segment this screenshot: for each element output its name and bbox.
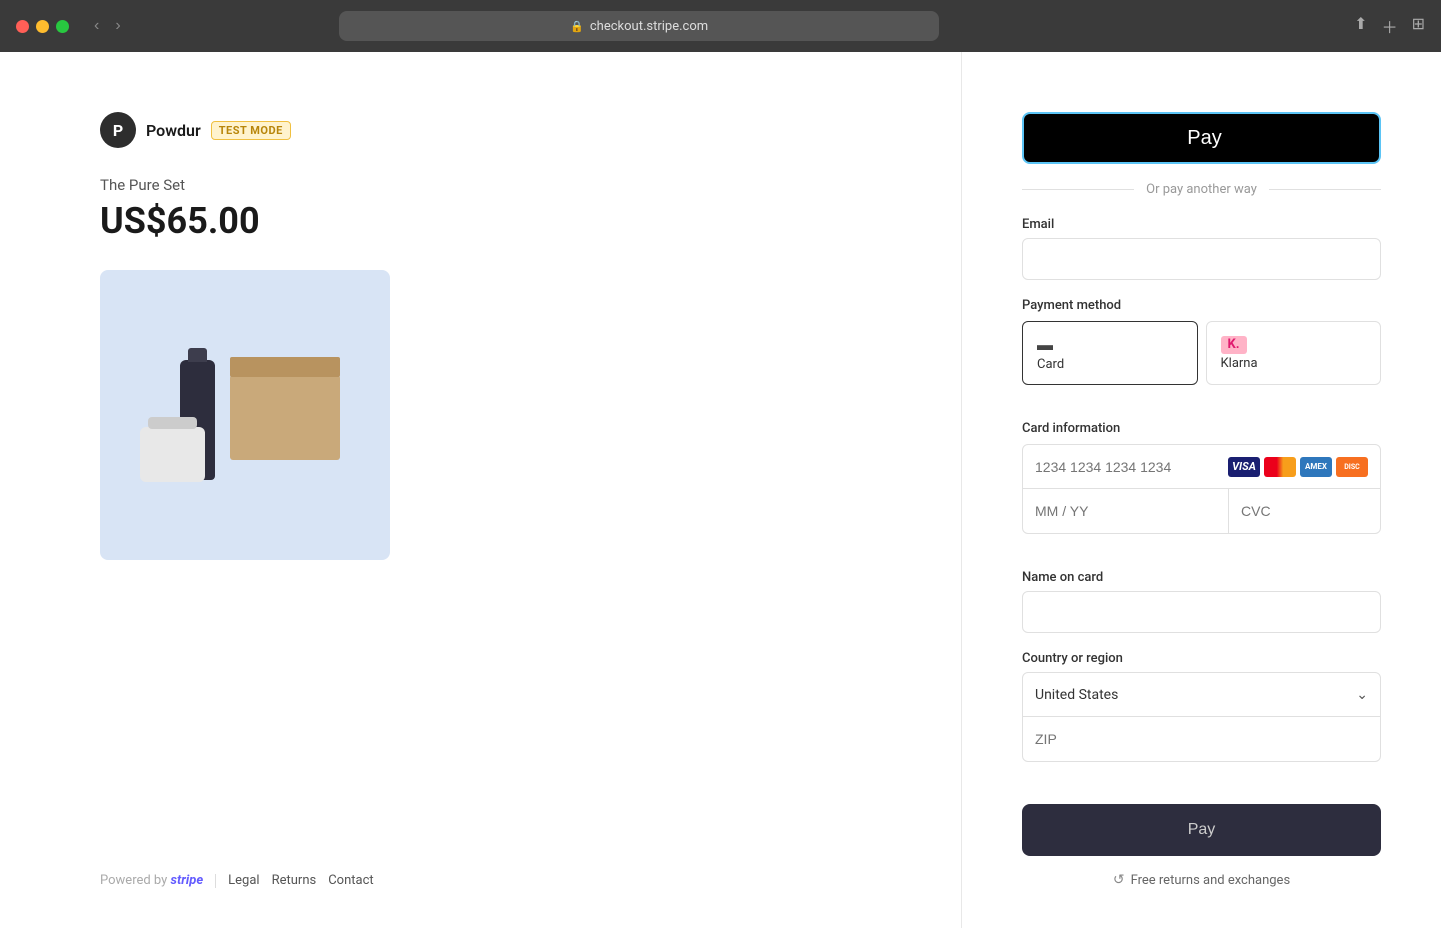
email-section: Email bbox=[1022, 217, 1381, 280]
card-label: Card bbox=[1037, 357, 1064, 372]
right-panel: Pay Or pay another way Email Payment met… bbox=[961, 52, 1441, 928]
zip-input[interactable] bbox=[1023, 717, 1380, 761]
payment-methods-group: ▬ Card K. Klarna bbox=[1022, 321, 1381, 385]
brand-name: Powdur bbox=[146, 121, 201, 140]
payment-method-label: Payment method bbox=[1022, 298, 1381, 313]
discover-icon: DISC bbox=[1336, 457, 1368, 477]
card-icon: ▬ bbox=[1037, 335, 1053, 355]
country-label: Country or region bbox=[1022, 651, 1381, 666]
minimize-button-traffic[interactable] bbox=[36, 20, 49, 33]
chevron-down-icon: ⌄ bbox=[1356, 687, 1368, 703]
footer-link-legal[interactable]: Legal bbox=[228, 873, 259, 888]
email-input[interactable] bbox=[1022, 238, 1381, 280]
card-info-label: Card information bbox=[1022, 421, 1381, 436]
url-text: checkout.stripe.com bbox=[590, 19, 708, 34]
pay-button-label: Pay bbox=[1188, 821, 1216, 838]
footer: Powered by stripe Legal Returns Contact bbox=[100, 833, 901, 888]
country-value: United States bbox=[1035, 687, 1356, 703]
stripe-logo: stripe bbox=[171, 873, 204, 888]
klarna-payment-option[interactable]: K. Klarna bbox=[1206, 321, 1382, 385]
payment-method-section: Payment method ▬ Card K. Klarna bbox=[1022, 298, 1381, 403]
left-panel: P Powdur TEST MODE The Pure Set US$65.00… bbox=[0, 52, 961, 928]
email-label: Email bbox=[1022, 217, 1381, 232]
share-icon[interactable]: ⬆ bbox=[1354, 14, 1367, 38]
traffic-lights bbox=[16, 20, 69, 33]
pay-button[interactable]: Pay bbox=[1022, 804, 1381, 856]
divider-label: Or pay another way bbox=[1146, 182, 1257, 197]
browser-right-controls: ⬆ ＋ ⊞ bbox=[1354, 14, 1425, 38]
lock-icon: 🔒 bbox=[570, 20, 584, 33]
maximize-button-traffic[interactable] bbox=[56, 20, 69, 33]
close-button-traffic[interactable] bbox=[16, 20, 29, 33]
apple-pay-label: Pay bbox=[1187, 127, 1221, 150]
new-tab-icon[interactable]: ＋ bbox=[1382, 14, 1398, 38]
klarna-label: Klarna bbox=[1221, 356, 1258, 371]
card-number-row: VISA AMEX DISC bbox=[1023, 445, 1380, 489]
card-info-section: Card information VISA AMEX DISC bbox=[1022, 421, 1381, 552]
apple-pay-button[interactable]: Pay bbox=[1022, 112, 1381, 164]
back-button[interactable]: ‹ bbox=[89, 15, 104, 37]
country-region-group: United States ⌄ bbox=[1022, 672, 1381, 762]
product-image bbox=[100, 270, 390, 560]
footer-link-contact[interactable]: Contact bbox=[328, 873, 373, 888]
mastercard-icon bbox=[1264, 457, 1296, 477]
address-bar[interactable]: 🔒 checkout.stripe.com bbox=[339, 11, 939, 41]
product-illustration bbox=[100, 270, 390, 560]
product-jar bbox=[140, 427, 205, 482]
test-mode-badge: TEST MODE bbox=[211, 121, 291, 140]
free-returns-text: Free returns and exchanges bbox=[1131, 873, 1291, 888]
card-bottom-row bbox=[1023, 489, 1380, 533]
free-returns: ↺ Free returns and exchanges bbox=[1022, 872, 1381, 888]
card-payment-option[interactable]: ▬ Card bbox=[1022, 321, 1198, 385]
card-cvc-input[interactable] bbox=[1229, 489, 1381, 533]
card-brand-icons: VISA AMEX DISC bbox=[1228, 457, 1368, 477]
amex-icon: AMEX bbox=[1300, 457, 1332, 477]
country-region-section: Country or region United States ⌄ bbox=[1022, 651, 1381, 786]
forward-button[interactable]: › bbox=[110, 15, 125, 37]
card-expiry-input[interactable] bbox=[1023, 489, 1229, 533]
country-select[interactable]: United States ⌄ bbox=[1023, 673, 1380, 717]
product-name: The Pure Set bbox=[100, 176, 901, 194]
brand-avatar: P bbox=[100, 112, 136, 148]
name-on-card-section: Name on card bbox=[1022, 570, 1381, 633]
tabs-icon[interactable]: ⊞ bbox=[1412, 14, 1425, 38]
refresh-icon: ↺ bbox=[1113, 872, 1125, 888]
card-number-input[interactable] bbox=[1035, 459, 1228, 475]
card-info-group: VISA AMEX DISC bbox=[1022, 444, 1381, 534]
page-content: P Powdur TEST MODE The Pure Set US$65.00… bbox=[0, 52, 1441, 928]
pay-another-way-divider: Or pay another way bbox=[1022, 182, 1381, 197]
name-on-card-label: Name on card bbox=[1022, 570, 1381, 585]
visa-icon: VISA bbox=[1228, 457, 1260, 477]
klarna-icon: K. bbox=[1221, 336, 1247, 354]
product-price: US$65.00 bbox=[100, 200, 901, 242]
footer-divider bbox=[215, 874, 216, 888]
name-on-card-input[interactable] bbox=[1022, 591, 1381, 633]
footer-link-returns[interactable]: Returns bbox=[272, 873, 317, 888]
browser-chrome: ‹ › 🔒 checkout.stripe.com ⬆ ＋ ⊞ bbox=[0, 0, 1441, 52]
brand-header: P Powdur TEST MODE bbox=[100, 112, 901, 148]
powered-by-text: Powered by stripe bbox=[100, 873, 203, 888]
browser-nav-controls: ‹ › bbox=[89, 15, 126, 37]
product-box bbox=[230, 375, 340, 460]
